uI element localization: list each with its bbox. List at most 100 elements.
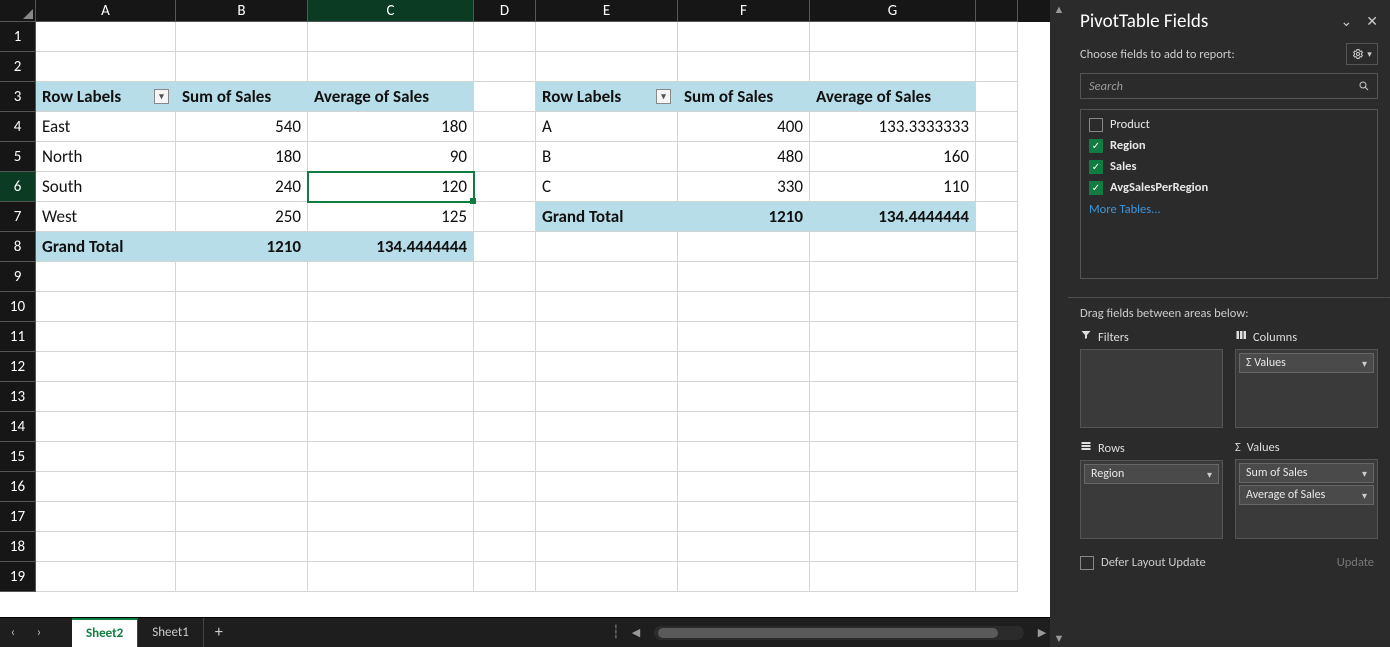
field-item-region[interactable]: ✓Region [1087, 135, 1371, 156]
cell-F10[interactable] [678, 292, 810, 322]
chevron-down-icon[interactable]: ▾ [1207, 468, 1212, 481]
column-header-E[interactable]: E [536, 0, 678, 22]
area-item-values[interactable]: Average of Sales▾ [1239, 485, 1374, 505]
cell-A13[interactable] [36, 382, 176, 412]
chevron-down-icon[interactable]: ▾ [1362, 489, 1367, 502]
cell-A19[interactable] [36, 562, 176, 592]
field-search[interactable] [1080, 73, 1378, 99]
cell-G11[interactable] [810, 322, 976, 352]
cell-C10[interactable] [308, 292, 474, 322]
cell-E14[interactable] [536, 412, 678, 442]
cell-F8[interactable] [678, 232, 810, 262]
cell-G17[interactable] [810, 502, 976, 532]
cell-3[interactable] [976, 82, 1018, 112]
cell-C12[interactable] [308, 352, 474, 382]
chevron-down-icon[interactable]: ▾ [1362, 467, 1367, 480]
cell-C17[interactable] [308, 502, 474, 532]
cell-D9[interactable] [474, 262, 536, 292]
row-header-19[interactable]: 19 [0, 562, 36, 592]
vscroll-down[interactable]: ▼ [1050, 629, 1068, 647]
cell-B1[interactable] [176, 22, 308, 52]
cell-C15[interactable] [308, 442, 474, 472]
cell-E19[interactable] [536, 562, 678, 592]
tab-nav-prev[interactable]: ‹ [0, 625, 26, 640]
cell-A16[interactable] [36, 472, 176, 502]
cell-6[interactable] [976, 172, 1018, 202]
row-header-5[interactable]: 5 [0, 142, 36, 172]
cell-A1[interactable] [36, 22, 176, 52]
cell-A17[interactable] [36, 502, 176, 532]
pivot2-row-sum[interactable]: 400 [678, 112, 810, 142]
cell-A18[interactable] [36, 532, 176, 562]
cell-C2[interactable] [308, 52, 474, 82]
cell-9[interactable] [976, 262, 1018, 292]
row-header-16[interactable]: 16 [0, 472, 36, 502]
cell-B11[interactable] [176, 322, 308, 352]
pivot2-row-avg[interactable]: 160 [810, 142, 976, 172]
hscroll-left[interactable]: ◀ [628, 626, 644, 639]
filter-dropdown-icon[interactable]: ▾ [656, 89, 671, 104]
filter-dropdown-icon[interactable]: ▾ [154, 89, 169, 104]
cell-G1[interactable] [810, 22, 976, 52]
cell-F16[interactable] [678, 472, 810, 502]
row-header-10[interactable]: 10 [0, 292, 36, 322]
cell-D6[interactable] [474, 172, 536, 202]
tabbar-divider[interactable]: ┆ [610, 623, 622, 643]
cell-4[interactable] [976, 112, 1018, 142]
checkbox-icon[interactable]: ✓ [1089, 181, 1103, 195]
row-header-3[interactable]: 3 [0, 82, 36, 112]
cell-B16[interactable] [176, 472, 308, 502]
defer-layout-checkbox[interactable]: Defer Layout Update [1080, 555, 1206, 570]
vertical-scrollbar[interactable]: ▲ ▼ [1050, 0, 1068, 647]
cell-D4[interactable] [474, 112, 536, 142]
cell-C16[interactable] [308, 472, 474, 502]
field-item-sales[interactable]: ✓Sales [1087, 156, 1371, 177]
cell-E11[interactable] [536, 322, 678, 352]
cell-16[interactable] [976, 472, 1018, 502]
cell-B19[interactable] [176, 562, 308, 592]
pivot2-row-label[interactable]: B [536, 142, 678, 172]
cell-F13[interactable] [678, 382, 810, 412]
pivot1-row-label[interactable]: East [36, 112, 176, 142]
cell-B13[interactable] [176, 382, 308, 412]
cell-17[interactable] [976, 502, 1018, 532]
pivot1-row-avg[interactable]: 90 [308, 142, 474, 172]
area-item-rows[interactable]: Region▾ [1084, 464, 1219, 484]
cell-B2[interactable] [176, 52, 308, 82]
cell-A15[interactable] [36, 442, 176, 472]
pivot2-sum-header[interactable]: Sum of Sales [678, 82, 810, 112]
cell-G10[interactable] [810, 292, 976, 322]
cell-G8[interactable] [810, 232, 976, 262]
cell-F15[interactable] [678, 442, 810, 472]
search-icon[interactable] [1351, 74, 1377, 98]
column-header-C[interactable]: C [308, 0, 474, 22]
cell-G15[interactable] [810, 442, 976, 472]
row-header-15[interactable]: 15 [0, 442, 36, 472]
column-header-pad[interactable] [976, 0, 1018, 22]
cell-D7[interactable] [474, 202, 536, 232]
cell-2[interactable] [976, 52, 1018, 82]
cell-F14[interactable] [678, 412, 810, 442]
cell-G19[interactable] [810, 562, 976, 592]
cell-E1[interactable] [536, 22, 678, 52]
pivot1-total-label[interactable]: Grand Total [36, 232, 176, 262]
cell-G16[interactable] [810, 472, 976, 502]
spreadsheet-grid[interactable]: ABCDEFG 123Row Labels▾Sum of SalesAverag… [0, 0, 1050, 617]
cell-11[interactable] [976, 322, 1018, 352]
pivot2-row-sum[interactable]: 480 [678, 142, 810, 172]
pivot2-row-avg[interactable]: 110 [810, 172, 976, 202]
cell-E12[interactable] [536, 352, 678, 382]
cell-E16[interactable] [536, 472, 678, 502]
cell-A2[interactable] [36, 52, 176, 82]
pivot1-sum-header[interactable]: Sum of Sales [176, 82, 308, 112]
column-header-G[interactable]: G [810, 0, 976, 22]
cell-D16[interactable] [474, 472, 536, 502]
cell-G14[interactable] [810, 412, 976, 442]
pivot1-row-label[interactable]: South [36, 172, 176, 202]
pivot2-rowlabels-header[interactable]: Row Labels▾ [536, 82, 678, 112]
cell-B12[interactable] [176, 352, 308, 382]
add-sheet-button[interactable]: + [204, 623, 234, 642]
cell-D15[interactable] [474, 442, 536, 472]
cell-C11[interactable] [308, 322, 474, 352]
cell-C13[interactable] [308, 382, 474, 412]
